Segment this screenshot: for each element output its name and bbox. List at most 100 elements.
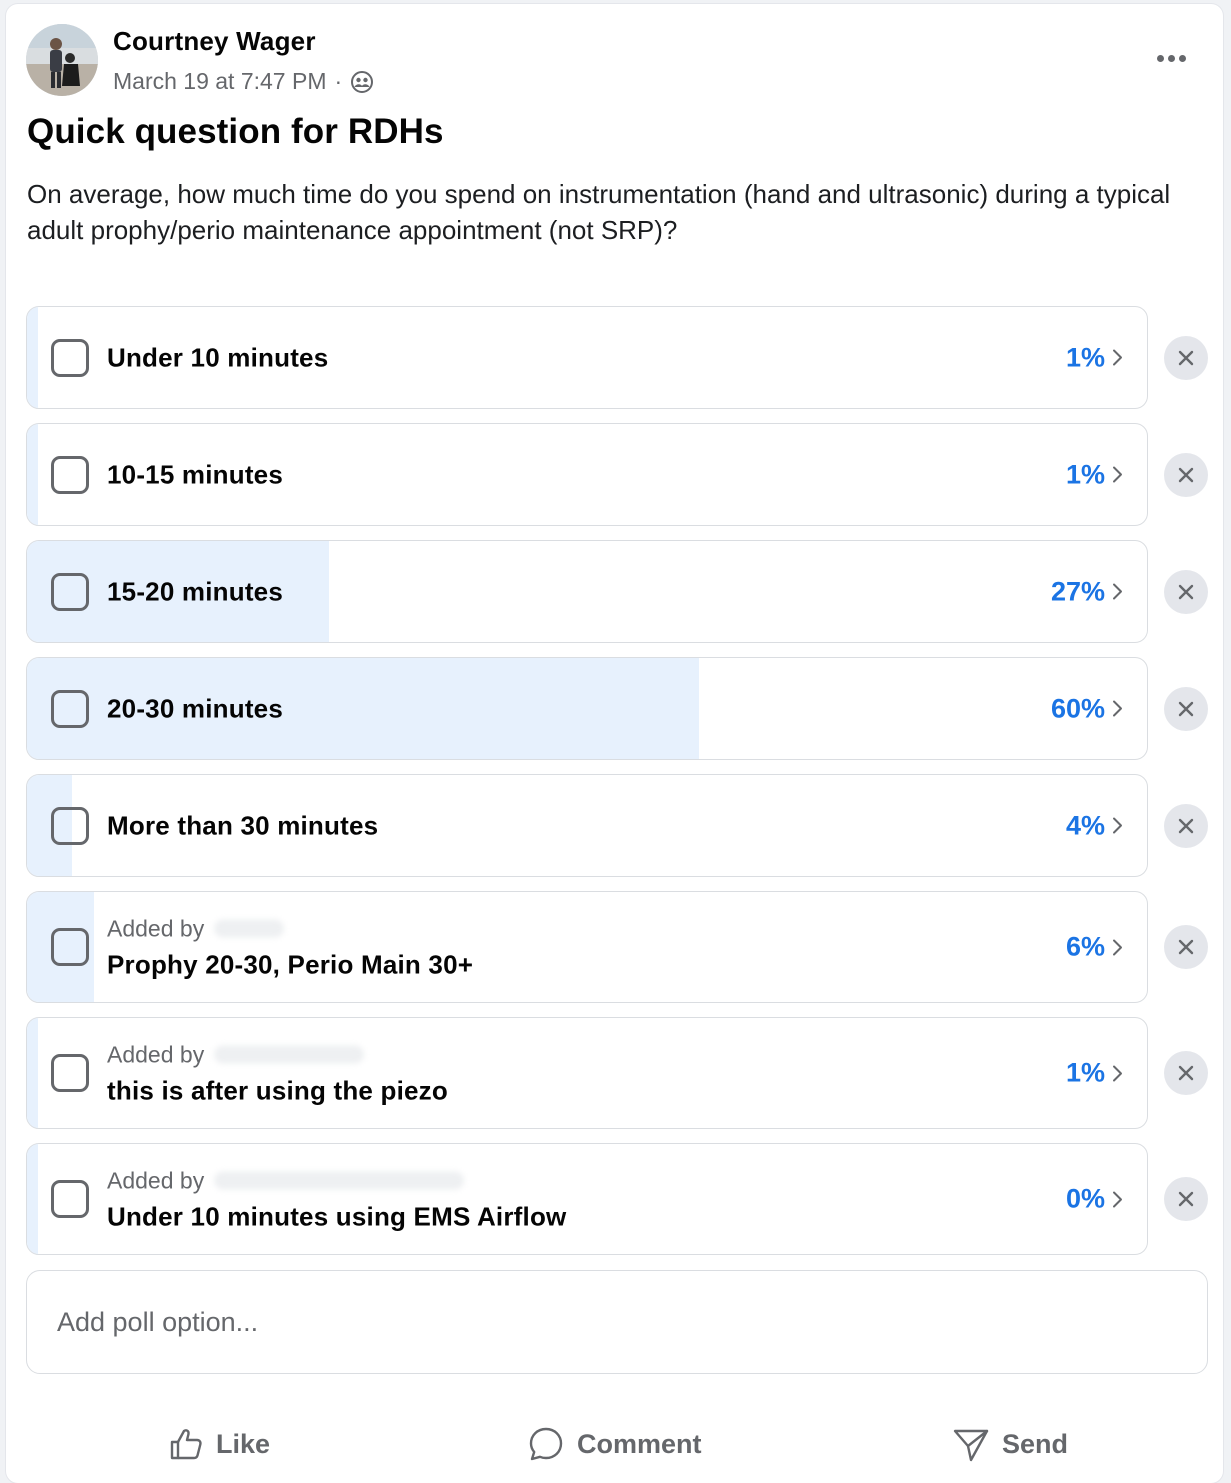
remove-option-button[interactable] <box>1164 1051 1208 1095</box>
remove-option-button[interactable] <box>1164 335 1208 380</box>
post-actions: Like Comment Send <box>6 1412 1223 1476</box>
chevron-right-icon <box>1113 817 1122 834</box>
comment-button[interactable]: Comment <box>527 1412 702 1476</box>
added-by-line: Added by <box>107 914 473 944</box>
post-body: On average, how much time do you spend o… <box>27 179 1171 245</box>
poll-checkbox[interactable] <box>51 1054 89 1092</box>
poll-result-bar <box>27 1144 39 1254</box>
poll-percent[interactable]: 60% <box>1051 693 1123 724</box>
author-name[interactable]: Courtney Wager <box>113 26 316 57</box>
poll-percent-value: 27% <box>1050 576 1105 606</box>
poll-percent[interactable]: 4% <box>1066 810 1123 841</box>
added-by-text: Added by <box>107 915 205 941</box>
close-icon <box>1178 1065 1194 1081</box>
added-option: Added by Prophy 20-30, Perio Main 30+ <box>107 914 473 981</box>
poll-option-label: Prophy 20-30, Perio Main 30+ <box>107 949 474 980</box>
added-by-text: Added by <box>107 1041 205 1067</box>
add-poll-option <box>26 1270 1208 1374</box>
poll-percent-value: 1% <box>1065 342 1105 372</box>
more-options-icon[interactable] <box>1151 48 1191 68</box>
poll-option-button[interactable]: Under 10 minutes 1% <box>26 306 1148 409</box>
poll-option-label: 20-30 minutes <box>107 693 284 723</box>
meta-separator: · <box>334 68 343 94</box>
added-option: Added by Under 10 minutes using EMS Airf… <box>107 1166 566 1233</box>
poll-option-button[interactable]: Added by this is after using the piezo 1… <box>26 1017 1148 1129</box>
poll-option: Under 10 minutes 1% <box>26 306 1208 409</box>
send-icon <box>953 1429 989 1462</box>
like-button[interactable]: Like <box>168 1412 270 1476</box>
poll-checkbox[interactable] <box>51 1180 89 1218</box>
remove-option-button[interactable] <box>1164 925 1208 969</box>
added-by-line: Added by <box>107 1166 566 1196</box>
chevron-right-icon <box>1113 583 1122 600</box>
poll-checkbox[interactable] <box>51 338 89 377</box>
send-label: Send <box>1002 1428 1069 1459</box>
send-button[interactable]: Send <box>952 1412 1068 1476</box>
post-timestamp[interactable]: March 19 at 7:47 PM <box>113 68 327 95</box>
poll-option-label: 15-20 minutes <box>107 576 284 606</box>
poll-result-bar <box>27 424 39 525</box>
blurred-name <box>214 1045 365 1064</box>
poll-option-label: Under 10 minutes <box>107 342 329 372</box>
poll-option-label: More than 30 minutes <box>107 810 379 840</box>
poll-option-button[interactable]: 10-15 minutes 1% <box>26 423 1148 526</box>
poll-result-bar <box>27 307 39 408</box>
poll-option-button[interactable]: Added by Prophy 20-30, Perio Main 30+ 6% <box>26 891 1148 1003</box>
poll-percent[interactable]: 1% <box>1066 342 1123 373</box>
friends-icon[interactable] <box>350 70 374 94</box>
poll-option: More than 30 minutes 4% <box>26 774 1208 877</box>
poll-option: Added by Prophy 20-30, Perio Main 30+ 6% <box>26 891 1208 1003</box>
close-icon <box>1178 467 1194 482</box>
poll-checkbox[interactable] <box>51 928 89 966</box>
remove-option-button[interactable] <box>1164 803 1208 848</box>
poll-option-button[interactable]: More than 30 minutes 4% <box>26 774 1148 877</box>
poll-percent-value: 6% <box>1065 931 1105 962</box>
poll-percent-value: 60% <box>1050 693 1105 723</box>
poll-percent[interactable]: 1% <box>1066 459 1123 490</box>
chevron-right-icon <box>1113 349 1122 366</box>
poll-checkbox[interactable] <box>51 455 89 494</box>
comment-label: Comment <box>577 1428 702 1459</box>
chevron-right-icon <box>1113 939 1122 955</box>
remove-option-button[interactable] <box>1164 452 1208 497</box>
close-icon <box>1178 818 1194 833</box>
poll-result-bar <box>27 1018 39 1128</box>
poll-percent-value: 1% <box>1065 1057 1105 1088</box>
poll-checkbox[interactable] <box>51 572 89 611</box>
poll-option: Added by this is after using the piezo 1… <box>26 1017 1208 1129</box>
avatar[interactable] <box>26 24 98 96</box>
chevron-right-icon <box>1113 466 1122 483</box>
poll-percent[interactable]: 1% <box>1066 1058 1123 1089</box>
poll-percent[interactable]: 0% <box>1066 1184 1123 1215</box>
poll-option: Added by Under 10 minutes using EMS Airf… <box>26 1143 1208 1255</box>
close-icon <box>1178 1191 1194 1207</box>
remove-option-button[interactable] <box>1164 686 1208 731</box>
close-icon <box>1178 350 1194 365</box>
poll-option-button[interactable]: 20-30 minutes 60% <box>26 657 1148 760</box>
poll-option: 15-20 minutes 27% <box>26 540 1208 643</box>
poll-option-label: Under 10 minutes using EMS Airflow <box>107 1201 567 1232</box>
like-label: Like <box>216 1428 271 1459</box>
chevron-right-icon <box>1113 1065 1122 1081</box>
poll-percent[interactable]: 6% <box>1066 932 1123 963</box>
poll-checkbox[interactable] <box>51 689 89 728</box>
post-card: Courtney Wager March 19 at 7:47 PM · Qui… <box>6 4 1223 1483</box>
poll-percent-value: 4% <box>1065 810 1105 840</box>
poll-option-button[interactable]: 15-20 minutes 27% <box>26 540 1148 643</box>
close-icon <box>1178 584 1194 599</box>
chevron-right-icon <box>1113 1191 1122 1207</box>
poll-percent[interactable]: 27% <box>1051 576 1123 607</box>
poll-option: 20-30 minutes 60% <box>26 657 1208 760</box>
added-option: Added by this is after using the piezo <box>107 1040 448 1107</box>
post-title: Quick question for RDHs <box>27 112 444 151</box>
chevron-right-icon <box>1113 700 1122 717</box>
blurred-name <box>214 1171 465 1190</box>
poll-option-button[interactable]: Added by Under 10 minutes using EMS Airf… <box>26 1143 1148 1255</box>
poll-option-label: 10-15 minutes <box>107 459 284 489</box>
added-by-line: Added by <box>107 1040 448 1070</box>
remove-option-button[interactable] <box>1164 1177 1208 1221</box>
poll-checkbox[interactable] <box>51 806 89 845</box>
remove-option-button[interactable] <box>1164 569 1208 614</box>
close-icon <box>1178 701 1194 716</box>
add-poll-option-input[interactable] <box>27 1305 1207 1339</box>
